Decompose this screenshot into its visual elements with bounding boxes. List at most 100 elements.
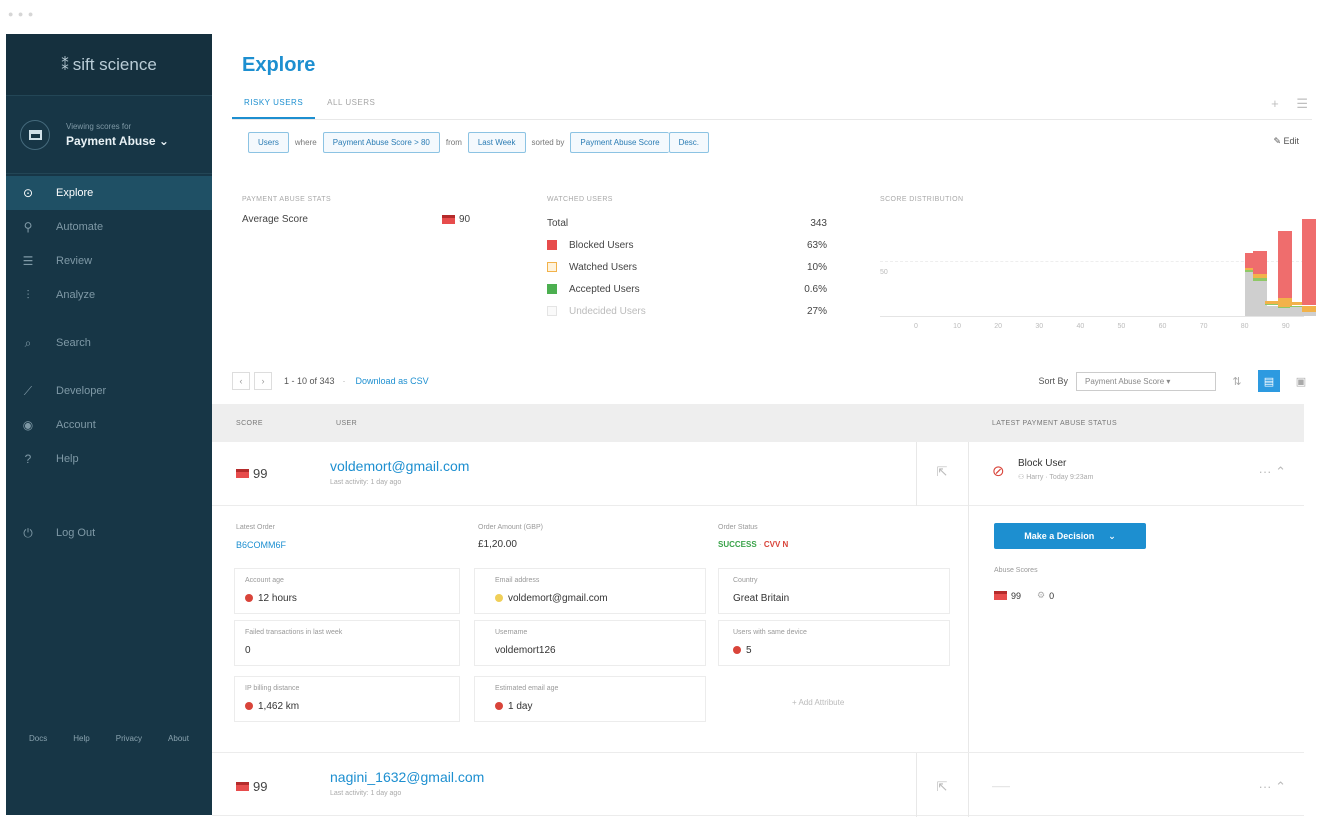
sidebar-item-logout[interactable]: ⏻ Log Out — [6, 516, 212, 550]
y-tick-label: 50 — [880, 269, 888, 276]
sidebar-item-automate[interactable]: ⚲ Automate — [6, 210, 212, 244]
sort-order-icon[interactable]: ⇅ — [1226, 370, 1248, 392]
attribute-box: Country Great Britain — [718, 568, 950, 614]
attribute-value-text: 1,462 km — [258, 701, 300, 712]
query-builder: Users where Payment Abuse Score > 80 fro… — [242, 130, 715, 154]
watched-row-undecided[interactable]: Undecided Users 27% — [547, 300, 827, 322]
prev-page-button[interactable]: ‹ — [232, 372, 250, 390]
checkbox-icon[interactable] — [547, 284, 557, 294]
download-csv-link[interactable]: Download as CSV — [356, 376, 429, 386]
checkbox-icon[interactable] — [547, 240, 557, 250]
watched-row-watched[interactable]: Watched Users 10% — [547, 256, 827, 278]
x-tick-label: 60 — [1158, 323, 1167, 330]
list-toolbar: ‹ › 1 - 10 of 343 · Download as CSV Sort… — [232, 366, 1312, 396]
open-external-icon[interactable]: ⇱ — [916, 779, 968, 795]
sidebar-item-explore[interactable]: ⊙ Explore — [6, 176, 212, 210]
risk-dot-icon — [733, 646, 741, 654]
more-options-icon[interactable]: ··· ⌃ — [1259, 464, 1287, 480]
query-condition-pill[interactable]: Payment Abuse Score > 80 — [322, 131, 440, 153]
footer-link-help[interactable]: Help — [73, 734, 89, 743]
attribute-value-text: voldemort@gmail.com — [508, 593, 608, 604]
footer-link-docs[interactable]: Docs — [29, 734, 47, 743]
divider — [968, 506, 969, 752]
divider — [968, 442, 969, 506]
user-last-activity: Last activity: 1 day ago — [330, 790, 402, 797]
sidebar-item-label: Log Out — [56, 527, 96, 539]
attribute-label: Failed transactions in last week — [245, 629, 343, 636]
risk-dot-icon — [245, 594, 253, 602]
tab-all-users[interactable]: ALL USERS — [315, 94, 387, 119]
watched-row-label: Accepted Users — [569, 283, 640, 295]
list-icon[interactable]: ☰ — [1296, 96, 1308, 111]
sidebar-item-review[interactable]: ☰ Review — [6, 244, 212, 278]
sidebar-item-account[interactable]: ◉ Account — [6, 408, 212, 442]
attribute-value-text: 1 day — [508, 701, 533, 712]
distribution-bar-segment — [1302, 219, 1317, 306]
sidebar: ⁑ sift science Viewing scores for Paymen… — [6, 34, 212, 815]
sidebar-item-analyze[interactable]: ⫶ Analyze — [6, 278, 212, 312]
sidebar-item-developer[interactable]: ⟋ Developer — [6, 374, 212, 408]
user-email-link[interactable]: voldemort@gmail.com — [330, 458, 469, 474]
watched-row-value: 27% — [806, 305, 827, 317]
watched-row-blocked[interactable]: Blocked Users 63% — [547, 234, 827, 256]
sidebar-item-search[interactable]: ⌕ Search — [6, 326, 212, 360]
divider — [968, 753, 969, 817]
watched-total-label: Total — [547, 217, 569, 229]
footer-link-privacy[interactable]: Privacy — [116, 734, 142, 743]
edit-label: Edit — [1283, 136, 1299, 146]
user-email-link[interactable]: nagini_1632@gmail.com — [330, 769, 484, 785]
sidebar-item-label: Automate — [56, 221, 104, 233]
attribute-value: voldemort@gmail.com — [495, 593, 608, 604]
sidebar-item-label: Explore — [56, 187, 94, 199]
watched-row-accepted[interactable]: Accepted Users 0.6% — [547, 278, 827, 300]
watched-total-row: Total 343 — [547, 212, 827, 234]
add-icon[interactable]: + — [1271, 96, 1279, 111]
score-context-selector[interactable]: Viewing scores for Payment Abuse ⌄ — [6, 96, 212, 174]
credit-card-icon — [442, 215, 455, 224]
sidebar-item-label: Developer — [56, 385, 107, 397]
watched-row-label: Watched Users — [569, 261, 637, 273]
next-page-button[interactable]: › — [254, 372, 272, 390]
distribution-bar-segment — [1302, 305, 1317, 312]
analyze-icon: ⫶ — [26, 287, 30, 302]
brand-logo[interactable]: ⁑ sift science — [6, 34, 212, 96]
user-row: 99 nagini_1632@gmail.com Last activity: … — [212, 752, 1304, 817]
query-from-label: from — [445, 137, 462, 147]
watched-users-table: Total 343 Blocked Users 63% Watched Users 1… — [547, 212, 827, 322]
compact-view-icon[interactable]: ▣ — [1290, 370, 1312, 392]
abuse-scores-label: Abuse Scores — [994, 567, 1038, 574]
more-options-icon[interactable]: ··· ⌃ — [1259, 779, 1287, 795]
sort-select[interactable]: Payment Abuse Score ▾ — [1076, 371, 1216, 391]
browser-chrome: ● ● ● — [0, 0, 1327, 34]
attribute-label: Username — [495, 629, 528, 636]
attribute-label: Account age — [245, 577, 284, 584]
query-period-pill[interactable]: Last Week — [467, 131, 526, 153]
gridline — [880, 261, 1304, 262]
credit-card-icon — [236, 782, 249, 791]
query-sort-dir-pill[interactable]: Desc. — [668, 131, 710, 153]
user-score: 99 — [236, 466, 267, 481]
footer-link-about[interactable]: About — [168, 734, 189, 743]
card-view-icon[interactable]: ▤ — [1258, 370, 1280, 392]
search-icon: ⌕ — [24, 335, 32, 350]
sidebar-item-help[interactable]: ? Help — [6, 442, 212, 476]
open-external-icon[interactable]: ⇱ — [916, 464, 968, 480]
window-dots-icon: ● ● ● — [8, 9, 35, 19]
query-entity-pill[interactable]: Users — [248, 131, 289, 153]
latest-order-link[interactable]: B6COMM6F — [236, 540, 286, 550]
main-content: Explore RISKY USERS ALL USERS + ☰ Users … — [212, 34, 1327, 817]
attribute-value: 0 — [245, 645, 251, 656]
checkbox-icon[interactable] — [547, 262, 557, 272]
make-decision-button[interactable]: Make a Decision ⌄ — [994, 523, 1146, 549]
make-decision-label: Make a Decision — [1024, 531, 1095, 541]
sidebar-footer: Docs Help Privacy About — [6, 734, 212, 743]
attribute-value: 12 hours — [245, 593, 297, 604]
tab-risky-users[interactable]: RISKY USERS — [232, 94, 316, 119]
add-attribute-button[interactable]: + Add Attribute — [792, 698, 844, 707]
query-sort-field-pill[interactable]: Payment Abuse Score — [570, 131, 669, 153]
edit-query-button[interactable]: ✎ Edit — [1273, 136, 1299, 147]
attribute-box: Email address voldemort@gmail.com — [474, 568, 706, 614]
sort-select-value: Payment Abuse Score — [1085, 376, 1165, 386]
checkbox-icon[interactable] — [547, 306, 557, 316]
order-amount: £1,20.00 — [478, 539, 517, 550]
